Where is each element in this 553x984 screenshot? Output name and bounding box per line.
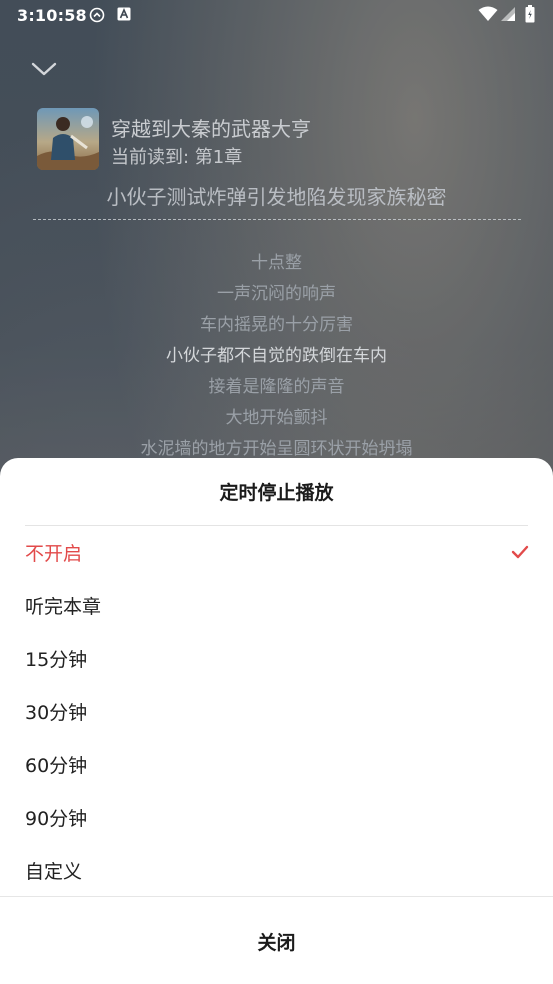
text-line: 车内摇晃的十分厉害 [200, 315, 353, 335]
option-label: 60分钟 [25, 755, 88, 777]
option-label: 30分钟 [25, 702, 88, 724]
signal-icon [501, 7, 515, 21]
battery-icon [525, 5, 535, 23]
book-title: 穿越到大秦的武器大亨 [111, 117, 311, 141]
text-line: 接着是隆隆的声音 [208, 377, 345, 397]
status-bar: 3:10:58 [0, 0, 553, 32]
check-icon [511, 545, 529, 559]
text-line: 十点整 [251, 253, 302, 273]
current-text-line: 小伙子都不自觉的跌倒在车内 [166, 346, 387, 366]
option-label: 不开启 [25, 543, 83, 565]
close-button[interactable]: 关闭 [0, 897, 553, 984]
option-label: 自定义 [25, 861, 83, 883]
timer-option-custom[interactable]: 自定义 [0, 844, 553, 897]
media-sync-icon [89, 7, 105, 23]
a-badge-icon [117, 7, 131, 21]
status-time: 3:10:58 [17, 6, 87, 25]
text-line: 一声沉闷的响声 [217, 284, 336, 304]
reading-progress: 当前读到: 第1章 [111, 147, 243, 168]
book-cover[interactable] [37, 108, 99, 170]
text-lines: 十点整 一声沉闷的响声 车内摇晃的十分厉害 小伙子都不自觉的跌倒在车内 接着是隆… [0, 248, 553, 465]
timer-option-90-min[interactable]: 90分钟 [0, 791, 553, 844]
option-label: 听完本章 [25, 596, 102, 618]
timer-option-15-min[interactable]: 15分钟 [0, 632, 553, 685]
chapter-title: 小伙子测试炸弹引发地陷发现家族秘密 [106, 185, 447, 209]
timer-options: 不开启 听完本章 15分钟 30分钟 60分钟 90分钟 自定义 [0, 526, 553, 897]
option-label: 15分钟 [25, 649, 88, 671]
option-label: 90分钟 [25, 808, 88, 830]
timer-option-end-of-chapter[interactable]: 听完本章 [0, 579, 553, 632]
chevron-down-icon[interactable] [30, 58, 58, 80]
timer-option-30-min[interactable]: 30分钟 [0, 685, 553, 738]
sheet-title: 定时停止播放 [219, 482, 334, 504]
timer-option-off[interactable]: 不开启 [0, 526, 553, 579]
close-label: 关闭 [257, 932, 296, 954]
sleep-timer-sheet: 定时停止播放 不开启 听完本章 15分钟 30分钟 60分钟 90分钟 自定义 … [0, 458, 553, 984]
wifi-icon [478, 6, 498, 21]
dashed-divider [33, 219, 521, 220]
text-line: 大地开始颤抖 [225, 408, 328, 428]
timer-option-60-min[interactable]: 60分钟 [0, 738, 553, 791]
